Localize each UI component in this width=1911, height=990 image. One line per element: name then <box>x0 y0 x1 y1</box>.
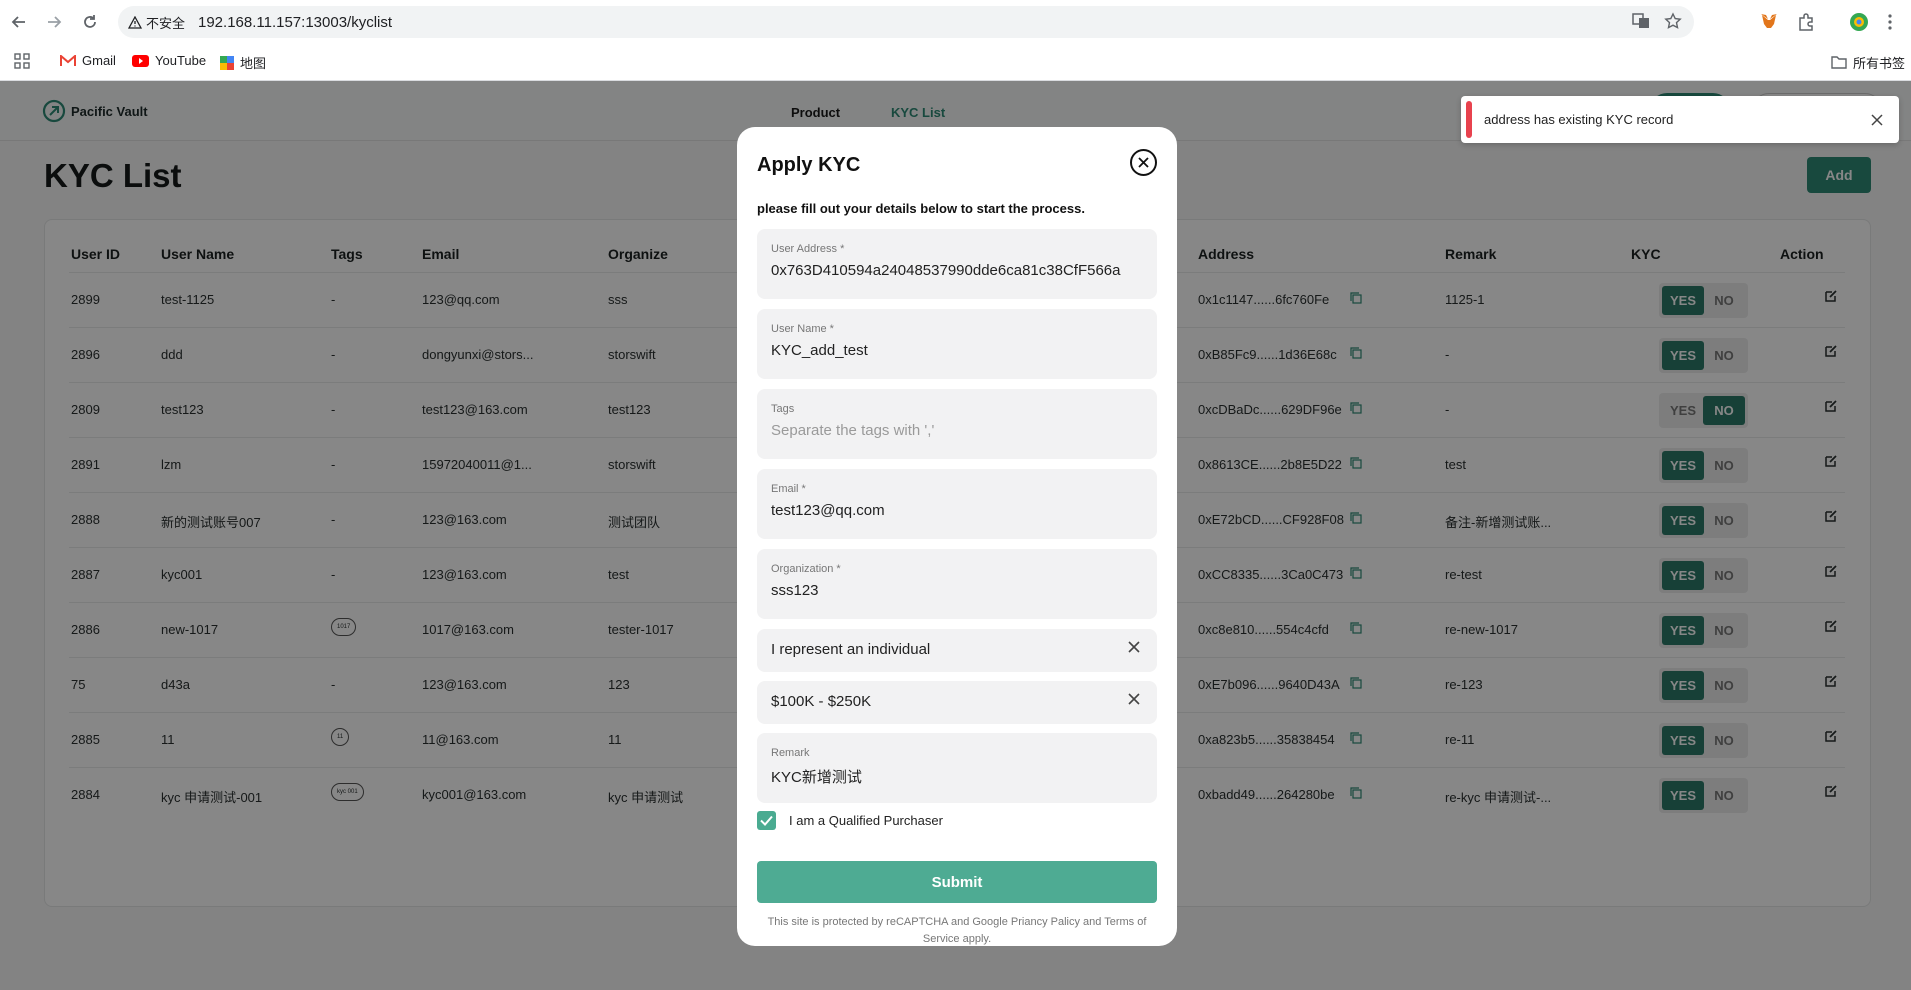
folder-icon <box>1831 56 1847 69</box>
security-label: 不安全 <box>146 16 186 31</box>
close-modal-button[interactable] <box>1130 149 1157 176</box>
gmail-icon <box>60 54 76 66</box>
toast-message: address has existing KYC record <box>1484 112 1674 127</box>
bookmark-label: 地图 <box>240 56 267 71</box>
investor-type-value: I represent an individual <box>771 641 931 658</box>
back-icon[interactable] <box>7 10 31 34</box>
user-name-field[interactable]: User Name * KYC_add_test <box>757 309 1157 379</box>
all-bookmarks-label: 所有书签 <box>1853 56 1906 71</box>
translate-icon[interactable] <box>1632 12 1650 35</box>
user-name-value[interactable]: KYC_add_test <box>771 342 868 359</box>
investment-amount-select[interactable]: $100K - $250K <box>757 681 1157 724</box>
profile-avatar-icon[interactable] <box>1847 10 1871 34</box>
maps-icon <box>220 55 234 70</box>
bookmarks-bar: Gmail YouTube 地图 所有书签 <box>0 44 1911 81</box>
investment-amount-value: $100K - $250K <box>771 693 872 710</box>
bookmark-gmail[interactable]: Gmail <box>60 53 116 68</box>
email-field[interactable]: Email * test123@qq.com <box>757 469 1157 539</box>
apply-kyc-modal: Apply KYC please fill out your details b… <box>737 127 1177 946</box>
organization-field[interactable]: Organization * sss123 <box>757 549 1157 619</box>
reload-icon[interactable] <box>78 10 102 34</box>
check-icon <box>760 815 773 826</box>
remark-field[interactable]: Remark KYC新增测试 <box>757 733 1157 803</box>
tags-field[interactable]: Tags Separate the tags with ',' <box>757 389 1157 459</box>
bookmark-label: YouTube <box>155 53 207 68</box>
warning-icon <box>128 16 142 29</box>
tags-placeholder[interactable]: Separate the tags with ',' <box>771 422 934 439</box>
apps-grid-icon[interactable] <box>14 53 30 69</box>
recaptcha-notice: This site is protected by reCAPTCHA and … <box>767 916 1147 945</box>
submit-button[interactable]: Submit <box>757 861 1157 903</box>
all-bookmarks[interactable]: 所有书签 <box>1831 53 1905 72</box>
menu-kebab-icon[interactable] <box>1878 10 1902 34</box>
email-value[interactable]: test123@qq.com <box>771 502 885 519</box>
bookmark-youtube[interactable]: YouTube <box>132 53 206 68</box>
user-address-value[interactable]: 0x763D410594a24048537990dde6ca81c38CfF56… <box>771 262 1120 279</box>
remark-label: Remark <box>771 747 810 759</box>
modal-subtitle: please fill out your details below to st… <box>757 201 1085 216</box>
bookmark-star-icon[interactable] <box>1664 12 1682 35</box>
clear-investment-amount-icon[interactable] <box>1127 692 1141 711</box>
user-name-label: User Name * <box>771 323 834 335</box>
qualified-purchaser-checkbox[interactable] <box>757 811 776 830</box>
url-text[interactable]: 192.168.11.157:13003/kyclist <box>198 14 392 31</box>
error-toast: address has existing KYC record <box>1461 96 1899 143</box>
close-icon <box>1138 157 1149 168</box>
toast-error-indicator <box>1466 101 1472 138</box>
bookmark-maps[interactable]: 地图 <box>220 53 266 72</box>
organization-label: Organization * <box>771 563 841 575</box>
investor-type-select[interactable]: I represent an individual <box>757 629 1157 672</box>
forward-icon[interactable] <box>42 10 66 34</box>
app-page: Pacific Vault Product KYC List KYC List … <box>0 81 1911 990</box>
toast-close-icon[interactable] <box>1871 113 1883 131</box>
qualified-purchaser-label[interactable]: I am a Qualified Purchaser <box>789 813 943 828</box>
user-address-label: User Address * <box>771 243 845 255</box>
organization-value[interactable]: sss123 <box>771 582 819 599</box>
extensions-icon[interactable] <box>1794 10 1818 34</box>
youtube-icon <box>132 54 149 67</box>
browser-toolbar: 不安全 192.168.11.157:13003/kyclist <box>0 0 1911 44</box>
modal-title: Apply KYC <box>757 154 861 176</box>
remark-value[interactable]: KYC新增测试 <box>771 766 862 787</box>
bookmark-label: Gmail <box>82 53 116 68</box>
address-bar[interactable]: 不安全 192.168.11.157:13003/kyclist <box>118 6 1694 38</box>
tags-label: Tags <box>771 403 795 415</box>
clear-investor-type-icon[interactable] <box>1127 640 1141 659</box>
email-label: Email * <box>771 483 806 495</box>
security-indicator[interactable]: 不安全 <box>128 13 185 32</box>
metamask-icon[interactable] <box>1757 10 1781 34</box>
user-address-field[interactable]: User Address * 0x763D410594a24048537990d… <box>757 229 1157 299</box>
